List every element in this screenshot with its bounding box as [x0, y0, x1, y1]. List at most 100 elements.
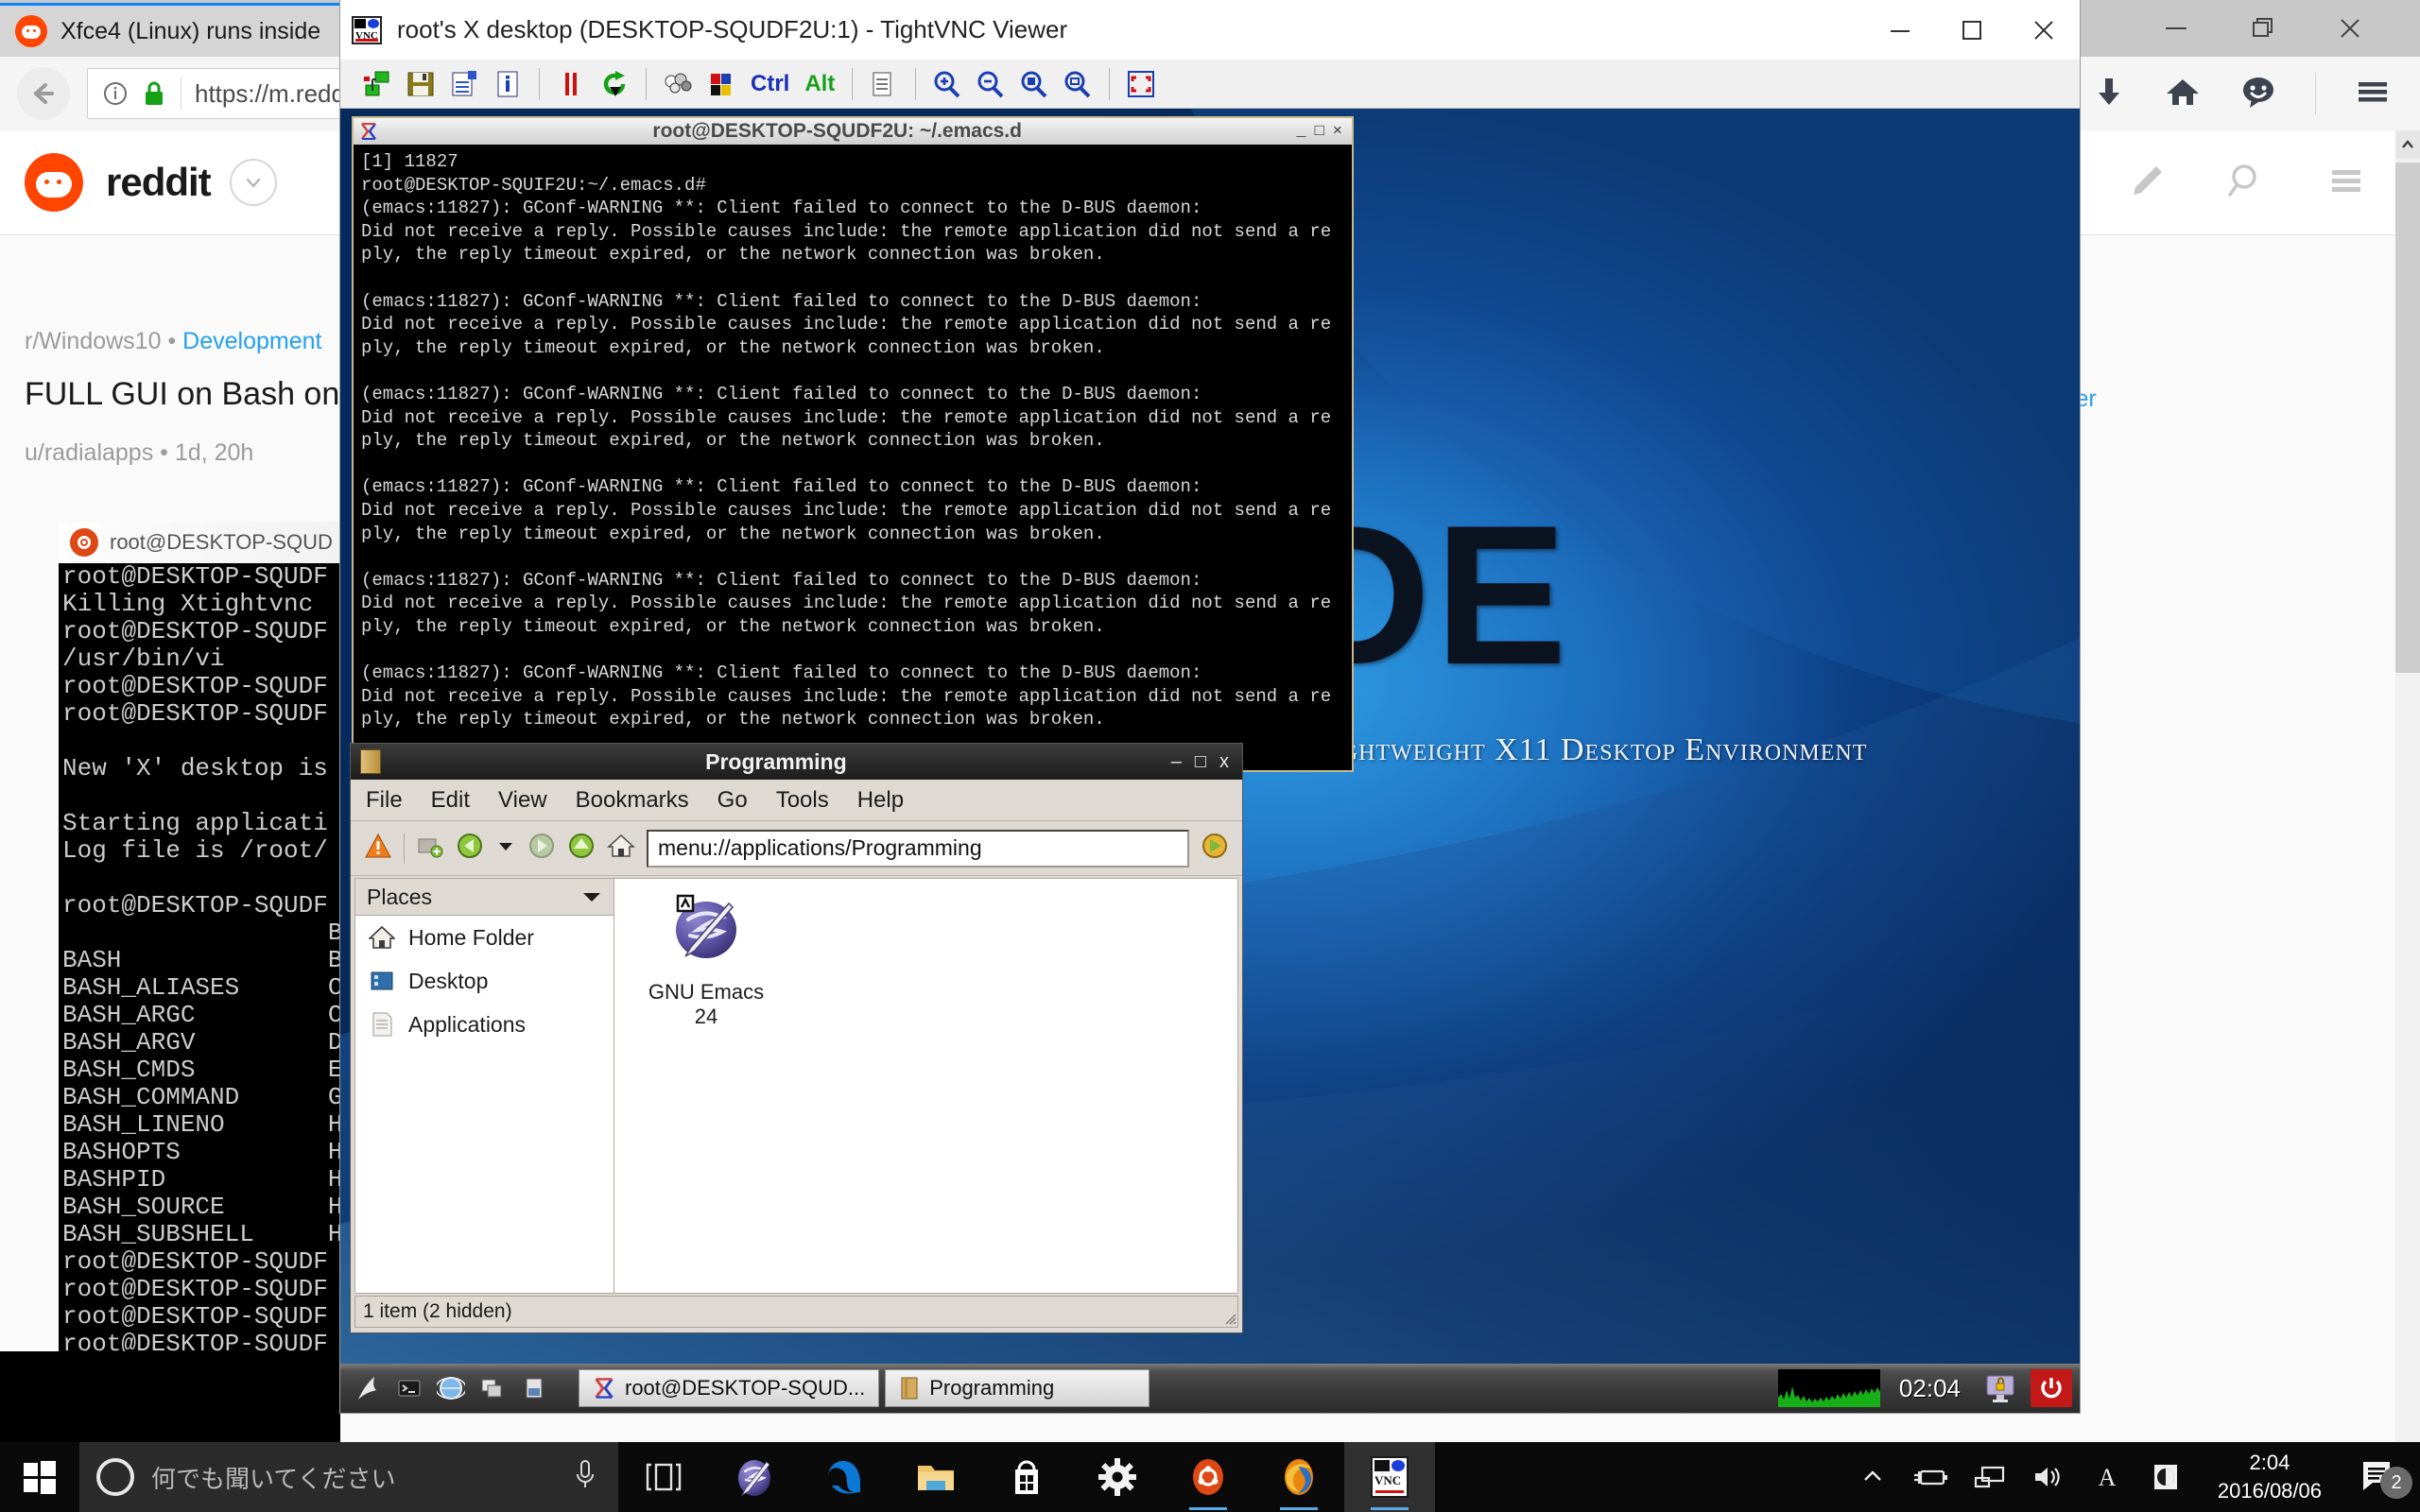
taskbar-app-ubuntu[interactable] [1163, 1442, 1253, 1512]
taskbar-app-file-explorer[interactable] [890, 1442, 981, 1512]
browser-tab[interactable]: Xfce4 (Linux) runs inside [0, 3, 348, 57]
resize-grip-icon[interactable] [1223, 1312, 1236, 1325]
window-close-button[interactable] [2307, 0, 2394, 57]
hamburger-menu-icon[interactable] [2354, 73, 2392, 115]
bash-console-window[interactable]: root@DESKTOP-SQUD root@DESKTOP-SQUDF Kill… [59, 522, 342, 1351]
clipboard-icon[interactable] [862, 62, 906, 106]
menu-view[interactable]: View [498, 787, 547, 814]
xterm-maximize-button[interactable]: □ [1315, 123, 1324, 141]
fm-minimize-button[interactable]: – [1171, 751, 1182, 773]
path-entry[interactable]: menu://applications/Programming [647, 829, 1189, 868]
taskbar-app-edge[interactable] [800, 1442, 890, 1512]
pencil-icon[interactable] [2125, 160, 2167, 206]
xterm-output[interactable]: [1] 11827 root@DESKTOP-SQUIF2U:~/.emacs.d… [354, 145, 1352, 770]
new-tab-icon[interactable] [416, 832, 444, 865]
scroll-up-button[interactable] [2395, 130, 2420, 159]
taskbar-app-emacs[interactable] [709, 1442, 800, 1512]
zoom-out-icon[interactable] [969, 62, 1012, 106]
chevron-down-icon[interactable] [229, 159, 277, 206]
menu-help[interactable]: Help [857, 787, 904, 814]
ime-mode-icon[interactable] [2136, 1442, 2195, 1512]
sidebar-item-desktop[interactable]: Desktop [355, 959, 614, 1003]
taskbar-item-xterm[interactable]: root@DESKTOP-SQUD... [579, 1369, 880, 1407]
fullscreen-icon[interactable] [1119, 62, 1163, 106]
post-flair[interactable]: Development [182, 328, 321, 354]
menu-bookmarks[interactable]: Bookmarks [576, 787, 689, 814]
download-icon[interactable] [2092, 73, 2126, 115]
vnc-close-button[interactable] [2008, 0, 2080, 60]
volume-icon[interactable] [2019, 1442, 2078, 1512]
xterm-window[interactable]: root@DESKTOP-SQUDF2U: ~/.emacs.d _ □ × [… [352, 116, 1354, 772]
taskbar-clock[interactable]: 2:04 2016/08/06 [2201, 1442, 2339, 1512]
connection-info-icon[interactable] [486, 62, 529, 106]
go-icon[interactable] [1201, 832, 1229, 865]
file-list-view[interactable]: GNU Emacs 24 [614, 878, 1238, 1294]
vnc-maximize-button[interactable] [1936, 0, 2008, 60]
pause-icon[interactable] [549, 62, 593, 106]
save-session-icon[interactable] [399, 62, 442, 106]
file-manager-window[interactable]: Programming – □ x File Edit View Bookmar… [350, 743, 1243, 1333]
vnc-minimize-button[interactable] [1864, 0, 1936, 60]
sidebar-item-applications[interactable]: Applications [355, 1003, 614, 1046]
file-item-gnu-emacs[interactable]: GNU Emacs 24 [635, 888, 777, 1029]
post-subreddit[interactable]: r/Windows10 [25, 328, 162, 354]
ctrl-toggle-button[interactable]: Ctrl [743, 71, 797, 97]
new-connection-icon[interactable] [355, 62, 399, 106]
web-browser-icon[interactable] [433, 1369, 469, 1407]
network-icon[interactable] [1961, 1442, 2019, 1512]
home-icon[interactable] [2164, 73, 2202, 115]
zoom-fit-icon[interactable] [1056, 62, 1099, 106]
task-view-button[interactable] [618, 1442, 709, 1512]
hamburger-menu-icon[interactable] [2325, 160, 2367, 206]
chevron-down-icon[interactable] [581, 890, 602, 903]
menu-tools[interactable]: Tools [776, 787, 829, 814]
back-button[interactable] [17, 67, 70, 120]
back-icon[interactable] [456, 832, 484, 865]
power-icon[interactable] [2031, 1369, 2072, 1407]
action-center-button[interactable]: 2 [2339, 1442, 2420, 1512]
terminal-icon[interactable] [391, 1369, 427, 1407]
window-restore-button[interactable] [2220, 0, 2307, 57]
search-box[interactable]: 何でも聞いてください [79, 1442, 618, 1512]
connection-options-icon[interactable] [442, 62, 486, 106]
refresh-icon[interactable] [593, 62, 636, 106]
lock-screen-icon[interactable] [1979, 1369, 2021, 1407]
home-icon[interactable] [607, 832, 635, 865]
ime-alpha-icon[interactable]: A [2078, 1442, 2136, 1512]
menu-file[interactable]: File [366, 787, 403, 814]
show-desktop-icon[interactable] [516, 1369, 552, 1407]
microphone-icon[interactable] [569, 1456, 601, 1499]
cpu-graph-icon[interactable] [1777, 1369, 1880, 1407]
taskbar-app-tightvnc[interactable]: VNC [1344, 1442, 1435, 1512]
taskbar-item-programming[interactable]: Programming [885, 1369, 1150, 1407]
post-author[interactable]: u/radialapps [25, 439, 153, 466]
alt-toggle-button[interactable]: Alt [797, 71, 842, 97]
search-icon[interactable] [2225, 160, 2267, 206]
site-identity[interactable] [101, 79, 167, 108]
xfce-clock[interactable]: 02:04 [1890, 1374, 1970, 1403]
taskbar-app-firefox[interactable] [1253, 1442, 1344, 1512]
send-ctrl-alt-del-icon[interactable] [700, 62, 743, 106]
taskbar-app-settings[interactable] [1072, 1442, 1163, 1512]
menu-edit[interactable]: Edit [431, 787, 470, 814]
app-menu-icon[interactable] [350, 1369, 386, 1407]
lxde-desktop[interactable]: DE Lightweight X11 Desktop Environment r… [340, 109, 2080, 1413]
warning-icon[interactable] [364, 832, 392, 865]
zoom-in-icon[interactable] [925, 62, 969, 106]
window-minimize-button[interactable] [2133, 0, 2220, 57]
taskbar-app-microsoft-store[interactable] [981, 1442, 1072, 1512]
battery-icon[interactable] [1902, 1442, 1961, 1512]
smiley-icon[interactable] [2239, 73, 2277, 115]
xterm-close-button[interactable]: × [1333, 123, 1342, 141]
menu-go[interactable]: Go [717, 787, 748, 814]
places-header[interactable]: Places [355, 879, 614, 915]
forward-icon[interactable] [527, 832, 556, 865]
send-keys-icon[interactable] [656, 62, 700, 106]
xterm-minimize-button[interactable]: _ [1296, 123, 1305, 141]
page-scrollbar-thumb[interactable] [2395, 163, 2420, 673]
fm-close-button[interactable]: x [1219, 751, 1229, 773]
sidebar-item-home-folder[interactable]: Home Folder [355, 916, 614, 959]
show-hidden-icons-icon[interactable] [1843, 1442, 1902, 1512]
file-manager-icon[interactable] [475, 1369, 510, 1407]
fm-maximize-button[interactable]: □ [1195, 751, 1206, 773]
